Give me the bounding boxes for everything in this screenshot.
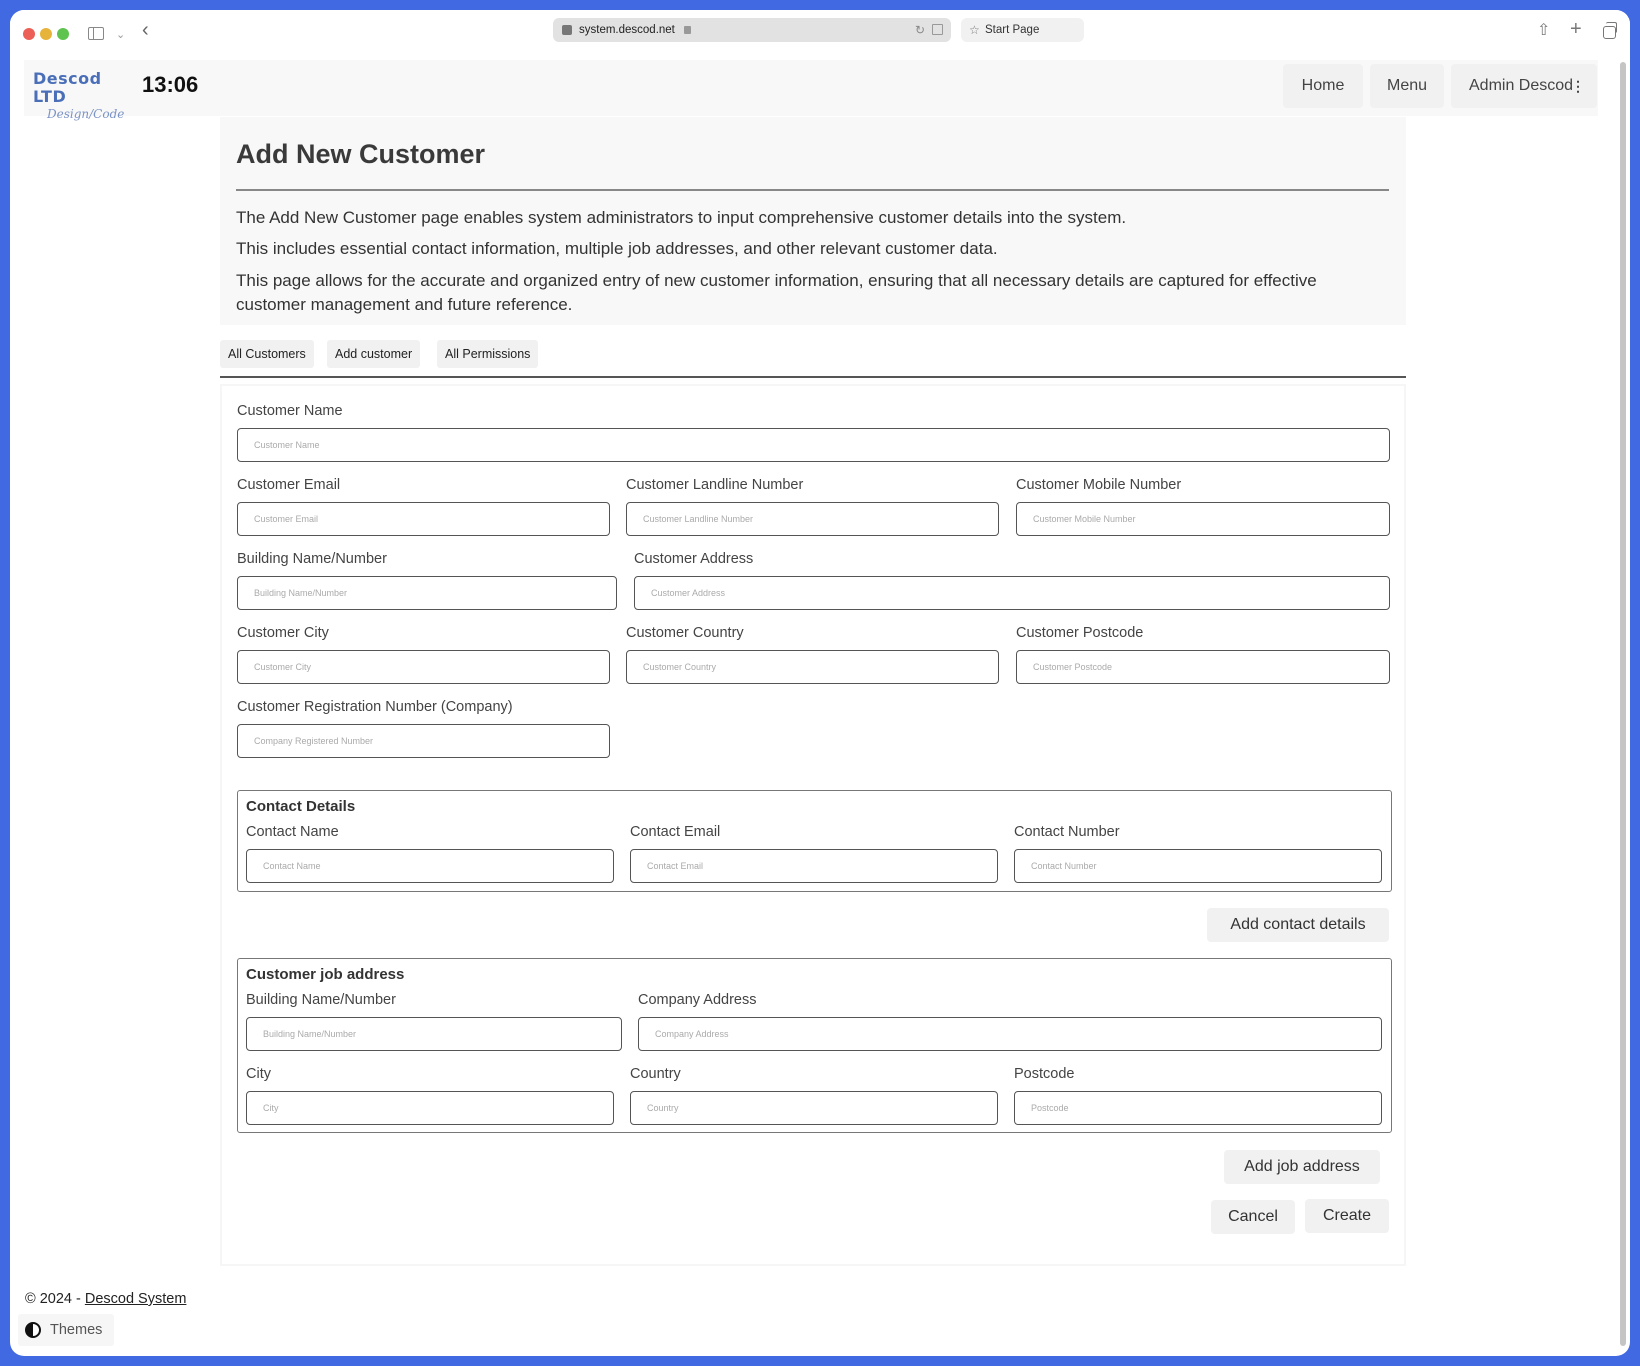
intro-paragraph: This includes essential contact informat… [236, 239, 998, 258]
copyright-text: © 2024 - [25, 1291, 85, 1307]
registration-number-input[interactable] [237, 724, 610, 758]
customer-name-label: Customer Name [237, 403, 343, 419]
contact-number-label: Contact Number [1014, 824, 1120, 840]
logo[interactable]: Descod LTD Design/Code [33, 69, 133, 122]
star-icon: ☆ [969, 23, 980, 37]
contact-email-input[interactable] [630, 849, 998, 883]
close-window-button[interactable] [23, 28, 35, 40]
create-button[interactable]: Create [1305, 1199, 1389, 1233]
footer-copyright: © 2024 - Descod System [25, 1291, 186, 1307]
customer-mobile-input[interactable] [1016, 502, 1390, 536]
customer-address-label: Customer Address [634, 551, 754, 567]
tab-all-permissions[interactable]: All Permissions [437, 340, 539, 368]
intro-paragraph: The Add New Customer page enables system… [236, 208, 1127, 227]
clock: 13:06 [142, 72, 199, 97]
building-input[interactable] [237, 576, 617, 610]
customer-city-input[interactable] [237, 650, 610, 684]
customer-name-input[interactable] [237, 428, 1390, 462]
contact-number-input[interactable] [1014, 849, 1382, 883]
nav-home-button[interactable]: Home [1283, 64, 1363, 108]
customer-country-label: Customer Country [626, 625, 744, 641]
registration-number-label: Customer Registration Number (Company) [237, 699, 513, 715]
customer-mobile-label: Customer Mobile Number [1016, 477, 1182, 493]
job-postcode-label: Postcode [1014, 1066, 1075, 1082]
contact-name-input[interactable] [246, 849, 614, 883]
chevron-down-icon[interactable]: ⌄ [116, 24, 125, 46]
minimize-window-button[interactable] [40, 28, 52, 40]
customer-landline-input[interactable] [626, 502, 999, 536]
contact-details-title: Contact Details [246, 798, 356, 815]
customer-city-label: Customer City [237, 625, 329, 641]
address-bar[interactable]: system.descod.net ↻ [553, 18, 951, 42]
maximize-window-button[interactable] [57, 28, 69, 40]
job-country-label: Country [630, 1066, 681, 1082]
customer-landline-label: Customer Landline Number [626, 477, 804, 493]
footer-link[interactable]: Descod System [85, 1291, 187, 1307]
user-menu-button[interactable]: Admin Descod ⋮ [1451, 64, 1597, 108]
job-city-label: City [246, 1066, 271, 1082]
customer-postcode-label: Customer Postcode [1016, 625, 1144, 641]
job-company-address-input[interactable] [638, 1017, 1382, 1051]
logo-main-text: Descod LTD [33, 69, 102, 106]
page-title: Add New Customer [236, 139, 486, 169]
job-city-input[interactable] [246, 1091, 614, 1125]
customer-email-input[interactable] [237, 502, 610, 536]
building-label: Building Name/Number [237, 551, 387, 567]
add-contact-details-button[interactable]: Add contact details [1207, 908, 1389, 942]
start-page-tab[interactable]: ☆ Start Page [961, 18, 1084, 42]
browser-toolbar: ⌄ ‹ system.descod.net ↻ ☆ Start Page ⇧ + [10, 10, 1630, 58]
nav-menu-button[interactable]: Menu [1370, 64, 1444, 108]
share-icon[interactable]: ⇧ [1537, 20, 1550, 42]
title-divider [236, 189, 1389, 191]
cancel-button[interactable]: Cancel [1211, 1200, 1295, 1234]
customer-postcode-input[interactable] [1016, 650, 1390, 684]
lock-icon [684, 26, 692, 34]
job-country-input[interactable] [630, 1091, 998, 1125]
site-icon [562, 25, 572, 35]
app-header: Descod LTD Design/Code 13:06 Home Menu A… [24, 60, 1598, 122]
intro-panel: Add New Customer The Add New Customer pa… [220, 117, 1406, 325]
tab-add-customer[interactable]: Add customer [327, 340, 421, 368]
logo-sub-text: Design/Code [47, 107, 125, 121]
back-icon[interactable]: ‹ [142, 19, 149, 41]
contrast-icon [25, 1322, 41, 1338]
more-vertical-icon: ⋮ [1571, 78, 1585, 94]
reader-icon[interactable] [932, 24, 943, 35]
page-scrollbar[interactable] [1620, 62, 1626, 1346]
tab-all-customers[interactable]: All Customers [220, 340, 314, 368]
start-page-label: Start Page [985, 24, 1040, 36]
new-tab-icon[interactable]: + [1570, 18, 1582, 40]
intro-paragraph: This page allows for the accurate and or… [236, 271, 1317, 314]
sidebar-toggle-icon[interactable] [88, 27, 104, 40]
customer-email-label: Customer Email [237, 477, 341, 493]
customer-address-input[interactable] [634, 576, 1390, 610]
tab-overview-icon[interactable] [1603, 22, 1617, 39]
themes-button[interactable]: Themes [18, 1314, 114, 1346]
add-job-address-button[interactable]: Add job address [1224, 1150, 1380, 1184]
url-text: system.descod.net [579, 24, 675, 36]
job-building-label: Building Name/Number [246, 992, 396, 1008]
reload-icon[interactable]: ↻ [915, 18, 925, 42]
job-building-input[interactable] [246, 1017, 622, 1051]
contact-email-label: Contact Email [630, 824, 721, 840]
job-postcode-input[interactable] [1014, 1091, 1382, 1125]
job-company-address-label: Company Address [638, 992, 757, 1008]
themes-label: Themes [50, 1322, 103, 1338]
job-address-title: Customer job address [246, 966, 405, 983]
subnav-divider [220, 376, 1406, 378]
user-name: Admin Descod [1469, 77, 1574, 94]
contact-name-label: Contact Name [246, 824, 339, 840]
customer-country-input[interactable] [626, 650, 999, 684]
